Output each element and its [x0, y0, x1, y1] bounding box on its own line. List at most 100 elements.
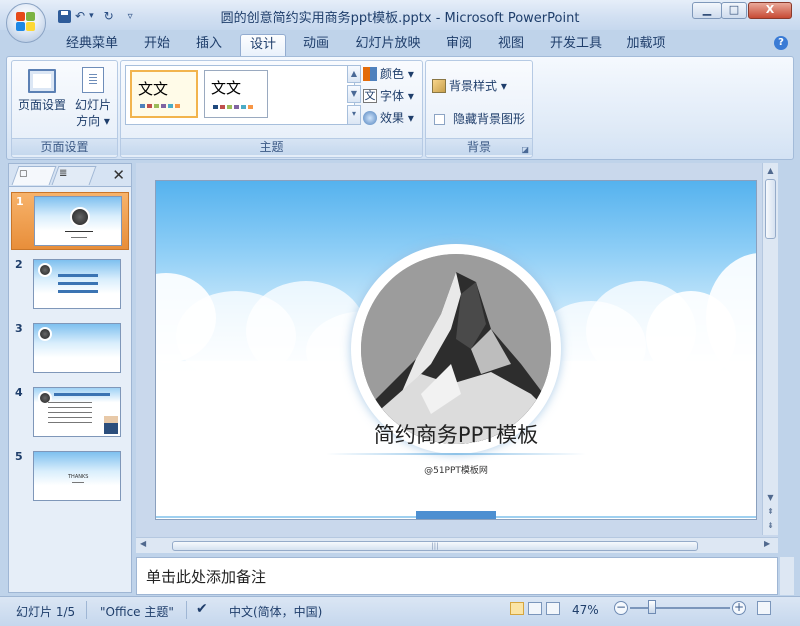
theme-effects-label: 效果 ▾	[380, 111, 414, 125]
slide-thumbnail[interactable]	[33, 259, 121, 309]
dialog-launcher-icon[interactable]: ◪	[521, 145, 529, 154]
theme-color-bars	[213, 105, 253, 109]
background-styles-button[interactable]: 背景样式 ▾	[432, 77, 507, 95]
tab-animations[interactable]: 动画	[297, 34, 335, 56]
slide-bottom-bar	[416, 511, 496, 519]
spelling-check-icon[interactable]: ✔	[196, 601, 208, 617]
slide-thumbnail[interactable]: THANKS	[33, 451, 121, 501]
notes-placeholder[interactable]: 单击此处添加备注	[146, 566, 266, 587]
theme-effects-button[interactable]: 效果 ▾	[363, 109, 414, 127]
theme-fonts-button[interactable]: 文 字体 ▾	[363, 87, 414, 105]
tab-view[interactable]: 视图	[492, 34, 530, 56]
slide-subtitle[interactable]: @51PPT模板网	[156, 463, 756, 476]
theme-sample-text: 文文	[211, 79, 242, 97]
slide-editing-area: 简约商务PPT模板 @51PPT模板网 ▲ ▼ ⇞ ⇟ ◀ ||| ▶	[136, 163, 778, 553]
thumb-mountain-circle	[70, 207, 90, 227]
background-styles-label: 背景样式 ▾	[449, 79, 507, 93]
tab-design[interactable]: 设计	[240, 34, 286, 56]
fit-to-window-icon[interactable]	[757, 601, 771, 615]
zoom-slider-track[interactable]	[630, 607, 730, 609]
close-pane-icon[interactable]: ✕	[112, 166, 125, 184]
status-separator	[86, 601, 87, 619]
ribbon: 页面设置 幻灯片 方向 ▾ 页面设置 文文 文文 ▲ ▼ ▾ 颜色 ▾ 文 字体…	[6, 56, 794, 160]
theme-colors-icon	[363, 67, 377, 81]
tab-classic-menu[interactable]: 经典菜单	[60, 34, 124, 56]
scroll-up-icon[interactable]: ▲	[764, 164, 777, 178]
slide-thumbnail-row[interactable]: 1	[11, 192, 129, 250]
slide-show-view-icon[interactable]	[546, 602, 560, 615]
orientation-label-line2: 方向 ▾	[76, 114, 110, 128]
thumb-bar	[58, 274, 98, 277]
gallery-scroll-down-icon[interactable]: ▼	[347, 85, 361, 103]
close-button[interactable]: X	[748, 2, 792, 19]
theme-thumbnail-office[interactable]: 文文	[130, 70, 198, 118]
thumb-bar	[58, 282, 98, 285]
slide-thumbnail-row[interactable]: 3	[11, 320, 129, 378]
zoom-out-icon[interactable]: −	[614, 601, 628, 615]
language-indicator[interactable]: 中文(简体，中国)	[229, 603, 322, 620]
thumb-subtitle-line	[71, 237, 87, 238]
scroll-left-icon[interactable]: ◀	[140, 539, 146, 548]
tab-home[interactable]: 开始	[138, 34, 176, 56]
theme-colors-label: 颜色 ▾	[380, 67, 414, 81]
horizontal-scroll-thumb[interactable]: |||	[172, 541, 698, 551]
notes-scrollbar[interactable]	[780, 557, 794, 595]
window-title: 圆的创意简约实用商务ppt模板.pptx - Microsoft PowerPo…	[220, 11, 580, 26]
tab-review[interactable]: 审阅	[440, 34, 478, 56]
tab-add-ins[interactable]: 加载项	[620, 34, 672, 56]
group-label-themes: 主题	[121, 138, 422, 155]
hide-background-graphics-checkbox[interactable]: 隐藏背景图形	[434, 110, 525, 128]
gallery-more-icon[interactable]: ▾	[347, 105, 361, 125]
previous-slide-icon[interactable]: ⇞	[764, 505, 777, 519]
ribbon-tab-row: 经典菜单 开始 插入 设计 动画 幻灯片放映 审阅 视图 开发工具 加载项 ?	[0, 30, 800, 56]
tab-slide-show[interactable]: 幻灯片放映	[350, 34, 426, 56]
status-bar: 幻灯片 1/5 "Office 主题" ✔ 中文(简体，中国) 47% − +	[0, 596, 800, 626]
thumb-text-line	[48, 402, 92, 403]
slide-thumbnail-row[interactable]: 5 THANKS	[11, 448, 129, 506]
slide-orientation-button[interactable]: 幻灯片 方向 ▾	[68, 67, 118, 129]
hide-background-graphics-label: 隐藏背景图形	[453, 112, 526, 126]
scroll-down-icon[interactable]: ▼	[764, 491, 777, 505]
slide-counter: 幻灯片 1/5	[16, 605, 76, 619]
zoom-level[interactable]: 47%	[572, 603, 599, 617]
mountain-photo	[361, 254, 551, 444]
slides-tab-icon: ▢	[19, 169, 28, 179]
vertical-scrollbar[interactable]: ▲ ▼ ⇞ ⇟	[762, 163, 778, 535]
horizontal-scrollbar[interactable]: ◀ ||| ▶	[136, 537, 778, 553]
slide-sorter-view-icon[interactable]	[528, 602, 542, 615]
slide-title[interactable]: 简约商务PPT模板	[156, 419, 756, 449]
minimize-button[interactable]: ▁	[692, 2, 722, 19]
tab-insert[interactable]: 插入	[190, 34, 228, 56]
notes-pane[interactable]: 单击此处添加备注	[136, 557, 778, 595]
theme-color-bars	[140, 104, 180, 108]
scroll-right-icon[interactable]: ▶	[764, 539, 770, 548]
slide-thumbnail-row[interactable]: 4	[11, 384, 129, 442]
background-styles-icon	[432, 79, 446, 93]
theme-thumbnail-2[interactable]: 文文	[204, 70, 268, 118]
vertical-scroll-thumb[interactable]	[765, 179, 776, 239]
theme-name[interactable]: "Office 主题"	[100, 603, 174, 620]
slide-thumbnail[interactable]	[33, 323, 121, 373]
tab-developer[interactable]: 开发工具	[545, 34, 607, 56]
slide-number: 1	[16, 195, 24, 208]
next-slide-icon[interactable]: ⇟	[764, 519, 777, 533]
gallery-scroll-up-icon[interactable]: ▲	[347, 65, 361, 83]
help-icon[interactable]: ?	[774, 36, 788, 50]
slide-number: 5	[15, 450, 23, 463]
office-button[interactable]	[6, 3, 46, 43]
slide-thumbnail[interactable]	[33, 387, 121, 437]
page-setup-icon	[28, 69, 56, 93]
normal-view-icon[interactable]	[510, 602, 524, 615]
zoom-in-icon[interactable]: +	[732, 601, 746, 615]
orientation-label-line1: 幻灯片	[74, 98, 111, 112]
theme-colors-button[interactable]: 颜色 ▾	[363, 65, 414, 83]
current-slide[interactable]: 简约商务PPT模板 @51PPT模板网	[156, 181, 756, 519]
theme-gallery: 文文 文文 ▲ ▼ ▾	[125, 65, 361, 125]
slide-thumbnail-row[interactable]: 2	[11, 256, 129, 314]
title-underline	[326, 453, 586, 455]
page-setup-button[interactable]: 页面设置	[16, 69, 68, 113]
slide-thumbnail[interactable]	[34, 196, 122, 246]
maximize-button[interactable]: □	[721, 2, 747, 19]
thumb-text-line	[48, 417, 92, 418]
zoom-slider-knob[interactable]	[648, 600, 656, 614]
